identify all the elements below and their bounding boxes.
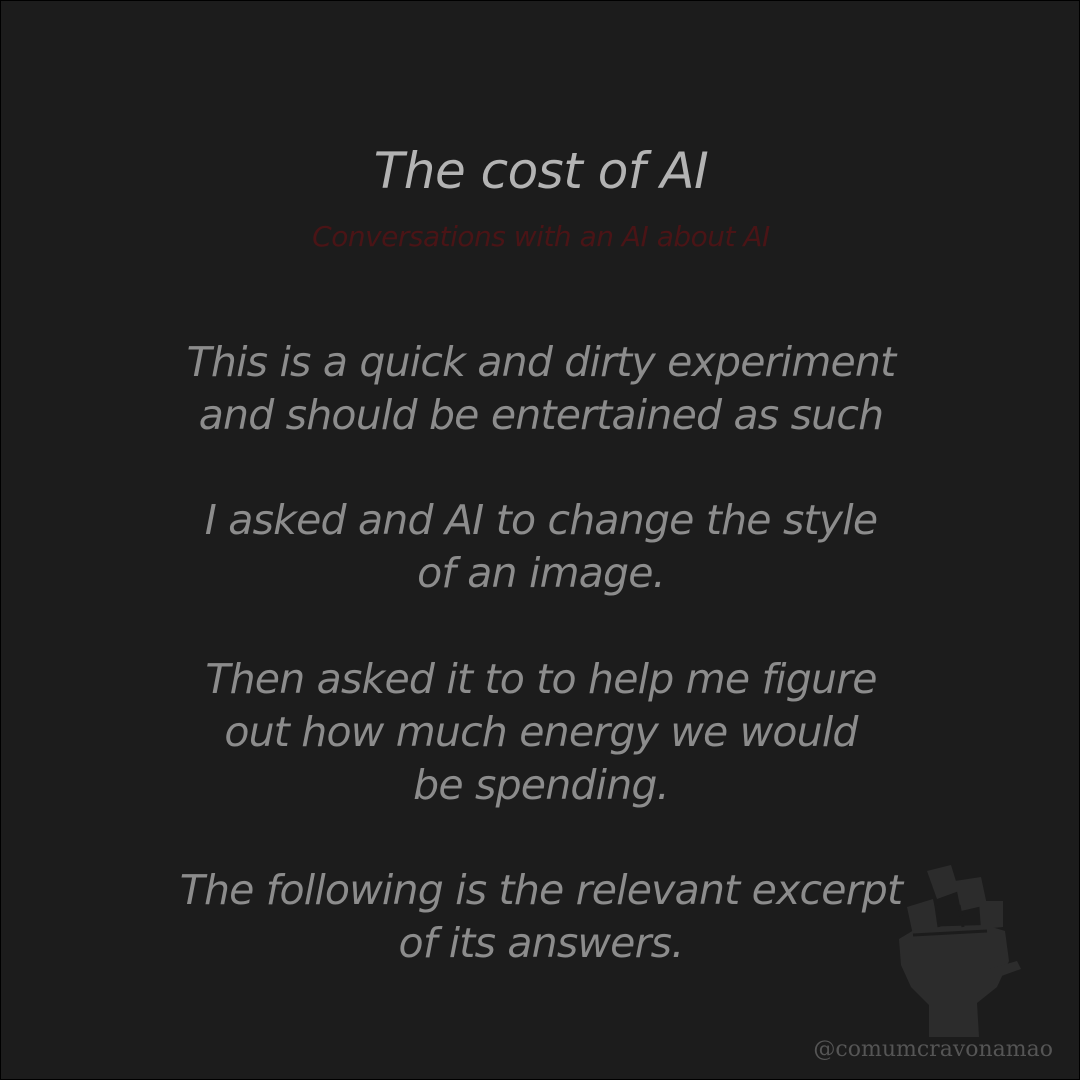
author-handle: @comumcravonamao: [813, 1037, 1053, 1062]
paragraph-request: I asked and AI to change the style of an…: [204, 496, 878, 597]
paragraph-intro: This is a quick and dirty experiment and…: [186, 338, 897, 439]
page-subtitle: Conversations with an AI about AI: [312, 220, 770, 253]
post-card: The cost of AI Conversations with an AI …: [1, 1, 1079, 1079]
paragraph-excerpt: The following is the relevant excerpt of…: [179, 866, 903, 967]
paragraph-energy: Then asked it to to help me figure out h…: [205, 655, 877, 809]
page-title: The cost of AI: [373, 142, 709, 200]
raised-fist-icon: [899, 865, 1021, 1037]
